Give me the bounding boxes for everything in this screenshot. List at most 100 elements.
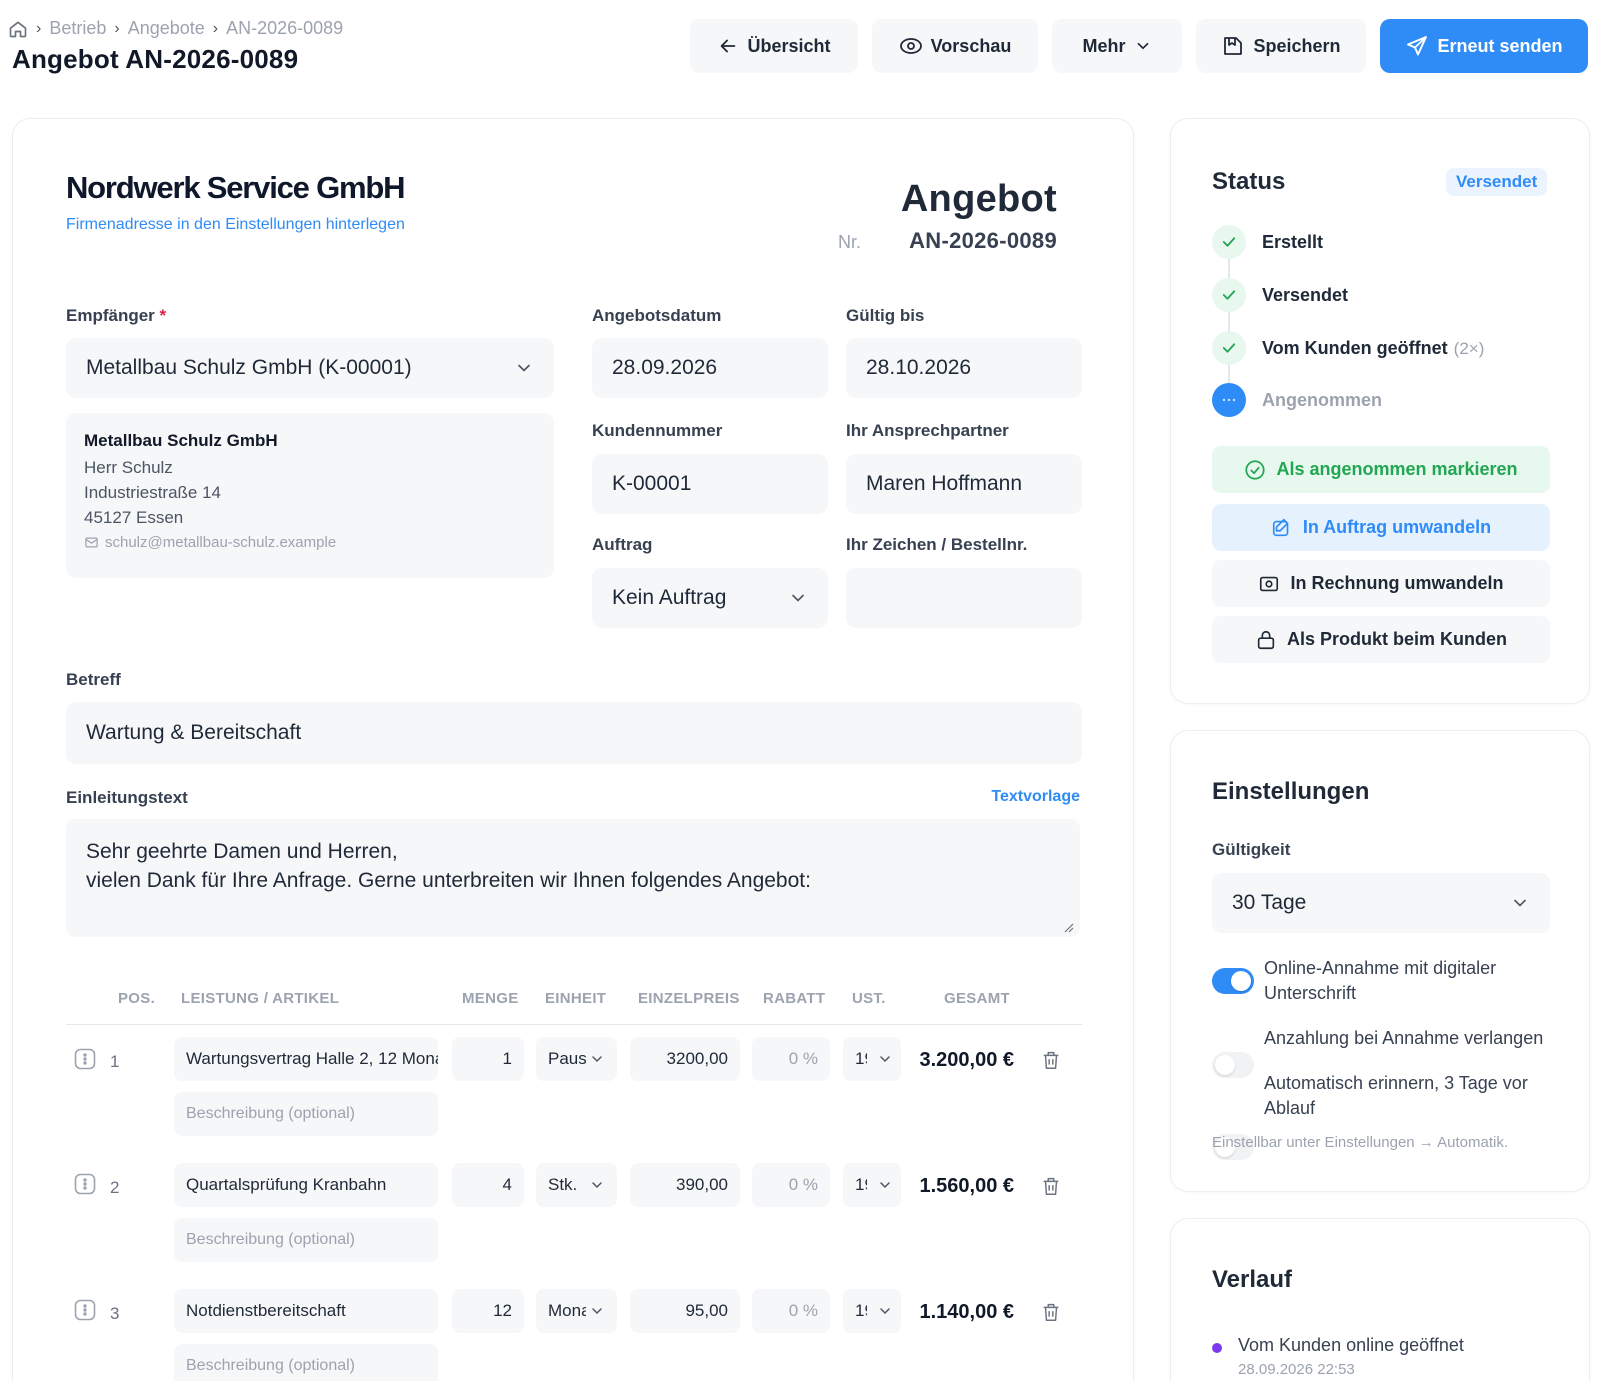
drag-handle-icon[interactable] — [73, 1047, 97, 1071]
arrow-left-icon — [717, 35, 739, 57]
col-header-pos: POS. — [118, 990, 156, 1007]
status-title: Status — [1212, 168, 1286, 195]
chevron-down-icon — [589, 1177, 605, 1193]
item-input[interactable]: Quartalsprüfung Kranbahn — [174, 1163, 438, 1207]
convert-to-invoice-button[interactable]: In Rechnung umwandeln — [1212, 560, 1550, 607]
text-template-link[interactable]: Textvorlage — [991, 788, 1080, 806]
vat-select[interactable]: 19 % — [843, 1289, 901, 1333]
price-input[interactable]: 3200,00 — [630, 1037, 740, 1081]
qty-input[interactable]: 1 — [452, 1037, 524, 1081]
trash-icon[interactable] — [1040, 1175, 1062, 1197]
convert-to-invoice-label: In Rechnung umwandeln — [1290, 573, 1504, 593]
contact-person-value: Maren Hoffmann — [866, 472, 1023, 495]
breadcrumb-item-betrieb[interactable]: Betrieb — [49, 18, 106, 39]
vat-value: 19 % — [855, 1175, 867, 1194]
more-button[interactable]: Mehr — [1052, 19, 1182, 73]
add-as-product-button[interactable]: Als Produkt beim Kunden — [1212, 616, 1550, 663]
preview-label: Vorschau — [930, 35, 1012, 56]
recipient-label-text: Empfänger — [66, 306, 155, 325]
resend-button[interactable]: Erneut senden — [1380, 19, 1588, 73]
description-input[interactable]: Beschreibung (optional) — [174, 1344, 438, 1381]
row-total: 3.200,00 € — [919, 1049, 1014, 1071]
deposit-label: Anzahlung bei Annahme verlangen — [1264, 1028, 1544, 1048]
address-contact: Herr Schulz — [84, 458, 173, 477]
unit-select[interactable]: Stk. — [536, 1163, 617, 1207]
vat-select[interactable]: 19 % — [843, 1037, 901, 1081]
resize-handle-icon[interactable] — [1062, 921, 1074, 933]
page-title: Angebot AN-2026-0089 — [12, 44, 299, 74]
online-acceptance-toggle[interactable] — [1212, 968, 1254, 994]
discount-input[interactable]: 0 % — [752, 1037, 830, 1081]
document-type: Angebot — [900, 178, 1057, 220]
col-header-vat: UST. — [852, 990, 886, 1007]
chevron-right-icon: › — [212, 19, 219, 37]
customer-number-input[interactable]: K-00001 — [592, 454, 828, 514]
auto-reminder-label: Automatisch erinnern, 3 Tage vor Ablauf — [1264, 1071, 1528, 1121]
unit-select[interactable]: Monat — [536, 1289, 617, 1333]
order-select[interactable]: Kein Auftrag — [592, 568, 828, 628]
discount-input[interactable]: 0 % — [752, 1289, 830, 1333]
price-input[interactable]: 390,00 — [630, 1163, 740, 1207]
convert-to-order-label: In Auftrag umwandeln — [1302, 517, 1492, 537]
trash-icon[interactable] — [1040, 1049, 1062, 1071]
validity-select[interactable]: 30 Tage — [1212, 873, 1550, 933]
chevron-down-icon — [514, 358, 534, 378]
contact-person-label: Ihr Ansprechpartner — [846, 421, 1009, 440]
reference-input[interactable] — [846, 568, 1082, 628]
company-address-hint-link[interactable]: Firmenadresse in den Einstellungen hinte… — [66, 216, 405, 234]
bookmark-icon — [1221, 34, 1245, 58]
intro-label: Einleitungstext — [66, 788, 188, 807]
customer-number-label: Kundennummer — [592, 421, 723, 440]
address-name: Metallbau Schulz GmbH — [84, 431, 278, 450]
contact-person-input[interactable]: Maren Hoffmann — [846, 454, 1082, 514]
discount-input[interactable]: 0 % — [752, 1163, 830, 1207]
item-input[interactable]: Wartungsvertrag Halle 2, 12 Monate — [174, 1037, 438, 1081]
order-label: Auftrag — [592, 535, 653, 554]
chevron-right-icon: › — [36, 19, 42, 37]
description-placeholder: Beschreibung (optional) — [186, 1231, 355, 1248]
subject-input[interactable]: Wartung & Bereitschaft — [66, 702, 1082, 764]
order-select-value: Kein Auftrag — [612, 586, 727, 609]
convert-to-order-button[interactable]: In Auftrag umwandeln — [1212, 504, 1550, 551]
overview-button[interactable]: Übersicht — [690, 19, 858, 73]
valid-until-input[interactable]: 28.10.2026 — [846, 338, 1082, 398]
home-icon[interactable] — [8, 19, 28, 39]
vat-select[interactable]: 19 % — [843, 1163, 901, 1207]
recipient-select[interactable]: Metallbau Schulz GmbH (K-00001) — [66, 338, 554, 398]
validity-select-value: 30 Tage — [1232, 891, 1307, 914]
history-item-text: Vom Kunden online geöffnet — [1238, 1335, 1464, 1355]
mark-accepted-button[interactable]: Als angenommen markieren — [1212, 446, 1550, 493]
drag-handle-icon[interactable] — [73, 1172, 97, 1196]
breadcrumb: › Betrieb › Angebote › AN-2026-0089 — [8, 18, 343, 39]
date-input[interactable]: 28.09.2026 — [592, 338, 828, 398]
price-input[interactable]: 95,00 — [630, 1289, 740, 1333]
description-input[interactable]: Beschreibung (optional) — [174, 1092, 438, 1136]
discount-value: 0 % — [788, 1049, 818, 1068]
send-icon — [1405, 34, 1429, 58]
breadcrumb-item-angebote[interactable]: Angebote — [128, 18, 205, 39]
drag-handle-icon[interactable] — [73, 1298, 97, 1322]
status-step-accepted: Angenommen — [1262, 390, 1383, 410]
price-value: 95,00 — [685, 1301, 728, 1320]
row-position: 1 — [110, 1052, 120, 1071]
online-acceptance-label: Online-Annahme mit digitaler Unterschrif… — [1264, 956, 1496, 1006]
item-input[interactable]: Notdienstbereitschaft — [174, 1289, 438, 1333]
save-button[interactable]: Speichern — [1196, 19, 1366, 73]
trash-icon[interactable] — [1040, 1301, 1062, 1323]
description-input[interactable]: Beschreibung (optional) — [174, 1218, 438, 1262]
item-value: Wartungsvertrag Halle 2, 12 Monate — [186, 1049, 438, 1068]
preview-button[interactable]: Vorschau — [872, 19, 1038, 73]
intro-textarea[interactable]: Sehr geehrte Damen und Herren, vielen Da… — [66, 819, 1080, 937]
address-email-row: schulz@metallbau-schulz.example — [84, 534, 536, 551]
qty-input[interactable]: 4 — [452, 1163, 524, 1207]
more-label: Mehr — [1082, 35, 1126, 56]
online-acceptance-label-line1: Online-Annahme mit digitaler — [1264, 958, 1497, 978]
col-header-total: GESAMT — [944, 990, 1010, 1007]
unit-select[interactable]: Pauschal — [536, 1037, 617, 1081]
reference-label: Ihr Zeichen / Bestellnr. — [846, 535, 1028, 554]
chevron-down-icon — [1510, 893, 1530, 913]
unit-value: Stk. — [548, 1175, 578, 1194]
deposit-toggle[interactable] — [1212, 1052, 1254, 1078]
address-email[interactable]: schulz@metallbau-schulz.example — [105, 534, 336, 551]
qty-input[interactable]: 12 — [452, 1289, 524, 1333]
